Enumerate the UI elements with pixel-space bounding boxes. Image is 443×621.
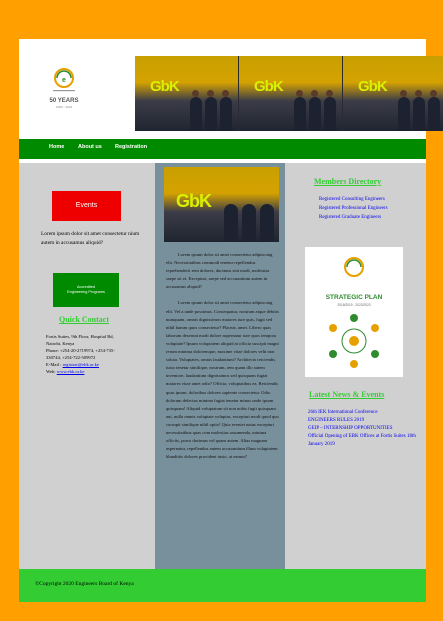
ebk-logo-small [344,257,364,277]
members-link-consulting[interactable]: Registered Consulting Engineers [319,195,388,204]
middle-column: GbK Lorem ipsum dolor sit amet consectet… [155,163,285,569]
left-column: Events Lorem ipsum dolor sit amet consec… [19,163,153,569]
strategic-plan-period: 2018/2019 - 2022/2023 [337,303,371,307]
news-link-internship[interactable]: GEIP – INTERNSHIP OPPORTUNITIES [308,425,423,433]
featured-photo: GbK [164,167,279,242]
accredited-line-1: Accredited [77,285,95,289]
right-column: Members Directory Registered Consulting … [285,163,426,569]
header-photo-3: GbK [343,56,443,131]
header-photo-1: GbK [135,56,238,131]
events-button[interactable]: Events [52,191,121,221]
photo-banner-text: GbK [254,78,284,95]
email-label: E-Mail : [46,362,62,367]
main-content: Events Lorem ipsum dolor sit amet consec… [19,163,426,569]
contact-address-2: Nairobi, Kenya [46,341,75,346]
header-photo-strip: GbK GbK GbK [135,56,443,131]
strategic-plan-title: STRATEGIC PLAN [325,294,383,301]
article-text: Lorem ipsum dolor sit amet consectetur a… [166,251,279,469]
news-link-conference[interactable]: 26th IEK International Conference [308,409,423,417]
members-directory-list: Registered Consulting Engineers Register… [319,195,388,222]
footer: ©Copyright 2020 Engineers Board of Kenya [19,569,426,602]
latest-news-title: Latest News & Events [309,390,385,399]
accredited-programs-button[interactable]: Accredited Engineering Programs [53,273,119,307]
header-photo-2: GbK [239,56,342,131]
copyright-text: ©Copyright 2020 Engineers Board of Kenya [35,581,134,587]
quick-contact-title: Quick Contact [59,315,109,324]
photo-banner-text: GbK [176,191,212,211]
web-link[interactable]: www.ebk.or.ke [57,369,85,374]
web-label: Web: [46,369,56,374]
nav-about-us[interactable]: About us [78,144,102,150]
news-link-rules[interactable]: ENGINEERS RULES 2019 [308,417,423,425]
photo-banner-text: GbK [150,78,180,95]
nav-registration[interactable]: Registration [115,144,147,150]
email-link[interactable]: registrar@ebk.or.ke [63,362,99,367]
contact-phone-2: 330744, +254-722-509972 [46,355,96,360]
logo-sub: 1969 - 2019 [56,105,72,109]
article-paragraph-2: Lorem ipsum dolor sit amet consectetur a… [166,300,279,460]
photo-banner-text: GbK [358,78,388,95]
article-paragraph-1: Lorem ipsum dolor sit amet consectetur a… [166,252,273,290]
members-link-graduate[interactable]: Registered Graduate Engineers [319,213,388,222]
events-text: Lorem ipsum dolor sit amet consectetur n… [41,231,140,246]
contact-address-1: Fortis Suites, 9th Floor, Hospital Rd, [46,334,114,339]
news-link-opening[interactable]: Official Opening of EBK Offices at Forti… [308,433,423,449]
svg-text:e: e [62,77,66,84]
accredited-line-2: Engineering Programs [67,290,105,294]
ebk-logo[interactable]: e 50 YEARS 1969 - 2019 [49,65,79,115]
strategic-plan-graphic [329,314,379,368]
latest-news-list: 26th IEK International Conference ENGINE… [308,409,423,449]
contact-block: Fortis Suites, 9th Floor, Hospital Rd, N… [46,333,154,375]
main-nav: Home About us Registration [19,139,426,159]
strategic-plan-banner[interactable]: STRATEGIC PLAN 2018/2019 - 2022/2023 [305,247,403,377]
header: e 50 YEARS 1969 - 2019 GbK GbK GbK [19,39,443,137]
members-directory-title: Members Directory [314,177,382,186]
members-link-professional[interactable]: Registered Professional Engineers [319,204,388,213]
logo-caption: 50 YEARS [50,98,79,104]
page-container: e 50 YEARS 1969 - 2019 GbK GbK GbK Home … [19,39,443,602]
nav-home[interactable]: Home [49,144,64,150]
contact-phone-1: Phone: +254-20-2719974, +254-735- [46,348,115,353]
